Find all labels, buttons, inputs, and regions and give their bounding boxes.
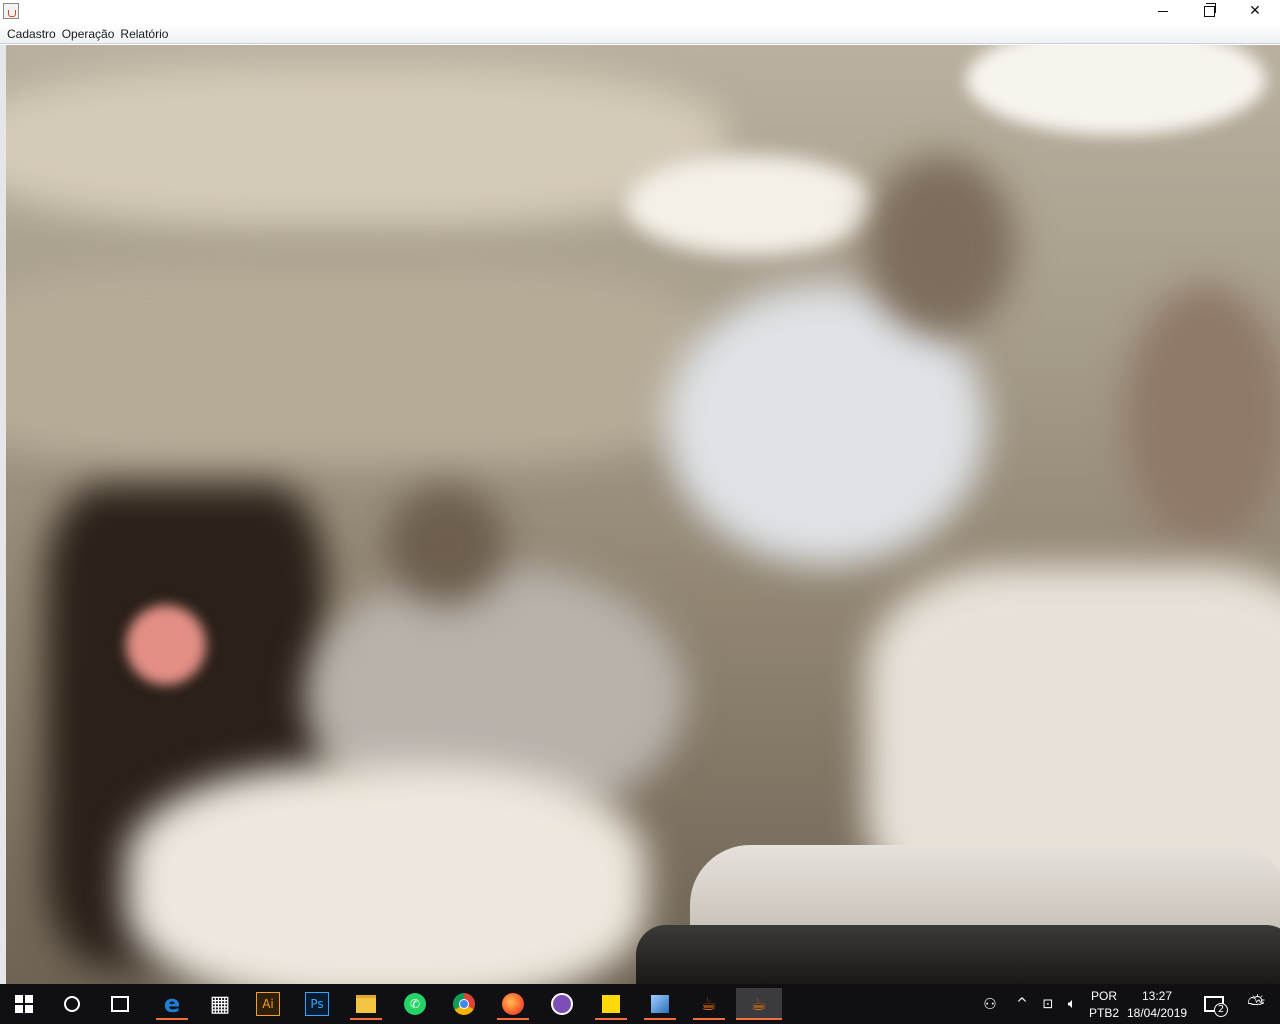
calculator-app-icon[interactable]: ▦: [204, 988, 236, 1020]
windows-logo-icon: [15, 995, 33, 1013]
photo-foreground-light: [126, 765, 646, 984]
edge-running-indicator: [156, 1018, 188, 1020]
chrome-icon: [453, 993, 475, 1015]
java-cup-icon: ☕: [700, 993, 718, 1015]
sticky-notes-icon: [602, 995, 620, 1013]
action-center-button[interactable]: 2: [1198, 988, 1230, 1020]
firefox-icon: [502, 993, 524, 1015]
java-running-indicator: [693, 1018, 725, 1020]
folder-icon: [356, 995, 376, 1013]
task-view-icon: [111, 996, 129, 1012]
clock-date[interactable]: 18/04/2019: [1127, 1006, 1187, 1020]
photo-right-figure: [1126, 285, 1280, 545]
calculator-icon: ▦: [209, 991, 231, 1017]
minimize-button[interactable]: [1140, 0, 1186, 22]
minimize-icon: [1158, 10, 1168, 12]
purple-app-icon[interactable]: [546, 988, 578, 1020]
background-photo: [6, 45, 1280, 984]
firefox-running-indicator: [497, 1018, 529, 1020]
edge-icon: e: [163, 990, 181, 1018]
java-cup-active-icon: ☕: [750, 993, 768, 1015]
java-app-taskbar-icon[interactable]: ☕: [693, 988, 725, 1020]
show-hidden-icons-button[interactable]: ^: [1010, 988, 1034, 1020]
photo-barber-head: [866, 155, 1016, 335]
explorer-running-indicator: [350, 1018, 382, 1020]
close-button[interactable]: ✕: [1232, 0, 1278, 22]
photo-wall: [6, 265, 706, 465]
restore-icon: [1203, 2, 1216, 17]
photo-pink-light: [126, 605, 206, 685]
photo-ceiling: [6, 65, 726, 225]
speaker-icon: 🔈︎: [1067, 996, 1077, 1012]
language-indicator-top[interactable]: POR: [1091, 989, 1117, 1003]
firefox-app-icon[interactable]: [497, 988, 529, 1020]
edge-app-icon[interactable]: e: [156, 988, 188, 1020]
photo-seated-head: [386, 485, 506, 605]
network-button[interactable]: ⊡: [1036, 988, 1060, 1020]
photo-lamp-right: [966, 45, 1266, 135]
weather-cloud-sun-icon: ⛅︎: [1247, 991, 1265, 1017]
sticky-running-indicator: [595, 1018, 627, 1020]
illustrator-icon: Ai: [256, 992, 280, 1016]
search-button[interactable]: [56, 988, 88, 1020]
menu-bar: Cadastro Operação Relatório: [0, 24, 1280, 44]
people-button[interactable]: ⚇: [974, 988, 1006, 1020]
weather-button[interactable]: ⛅︎: [1240, 988, 1272, 1020]
java-active-indicator: [736, 1018, 782, 1020]
photoshop-app-icon[interactable]: Ps: [301, 988, 333, 1020]
windows-taskbar: e ▦ Ai Ps ✆ ☕ ☕ ⚇ ^ ⊡ 🔈︎ POR PTB2 13:27 …: [0, 984, 1280, 1024]
language-indicator-bottom[interactable]: PTB2: [1089, 1006, 1119, 1020]
whatsapp-icon: ✆: [404, 993, 426, 1015]
photo-lamp-center: [626, 155, 876, 255]
volume-button[interactable]: 🔈︎: [1060, 988, 1084, 1020]
restore-button[interactable]: [1186, 0, 1232, 22]
close-icon: ✕: [1249, 3, 1261, 19]
java-app-icon: [3, 3, 19, 19]
virtualbox-app-icon[interactable]: [644, 988, 676, 1020]
whatsapp-app-icon[interactable]: ✆: [399, 988, 431, 1020]
menu-operacao[interactable]: Operação: [59, 27, 118, 41]
virtualbox-running-indicator: [644, 1018, 676, 1020]
network-icon: ⊡: [1042, 996, 1054, 1012]
photo-chair-top: [690, 845, 1280, 935]
file-explorer-app-icon[interactable]: [350, 988, 382, 1020]
clock-time[interactable]: 13:27: [1142, 989, 1172, 1003]
sticky-notes-app-icon[interactable]: [595, 988, 627, 1020]
main-content: [0, 45, 1280, 984]
start-button[interactable]: [8, 988, 40, 1020]
menu-cadastro[interactable]: Cadastro: [4, 27, 59, 41]
illustrator-app-icon[interactable]: Ai: [252, 988, 284, 1020]
purple-app-glyph-icon: [551, 993, 573, 1015]
chrome-app-icon[interactable]: [448, 988, 480, 1020]
window-title-bar: ✕: [0, 0, 1280, 24]
task-view-button[interactable]: [104, 988, 136, 1020]
notification-count: 2: [1214, 1003, 1228, 1017]
photo-chair-base: [636, 925, 1280, 984]
menu-relatorio[interactable]: Relatório: [117, 27, 171, 41]
cube-icon: [651, 995, 669, 1013]
chevron-up-icon: ^: [1016, 996, 1028, 1012]
java-app-active-icon[interactable]: ☕: [736, 988, 782, 1020]
people-icon: ⚇: [983, 995, 997, 1013]
search-circle-icon: [64, 996, 80, 1012]
photoshop-icon: Ps: [305, 992, 329, 1016]
